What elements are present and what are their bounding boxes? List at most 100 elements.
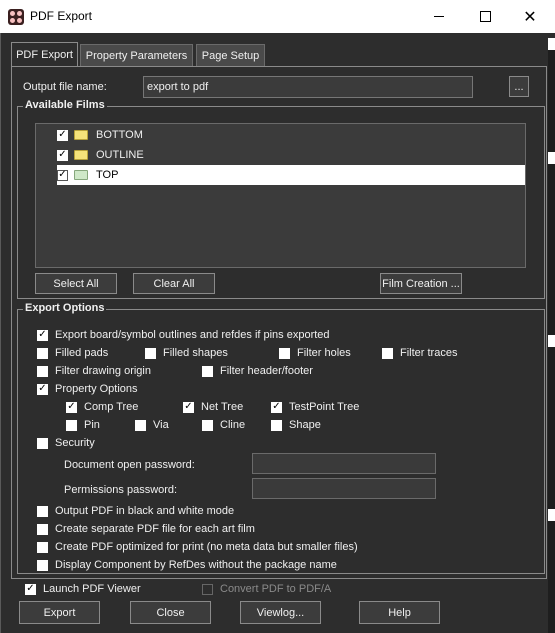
pin-checkbox[interactable] — [66, 419, 77, 431]
option-label: Filter traces — [400, 347, 458, 359]
option-label: Create PDF optimized for print (no meta … — [55, 541, 358, 553]
separate-pdf-option[interactable]: Create separate PDF file for each art fi… — [37, 523, 255, 535]
film-outline-checkbox[interactable]: ✓ — [57, 149, 68, 161]
help-label: Help — [388, 606, 411, 619]
filter-drawing-origin-option[interactable]: Filter drawing origin — [37, 365, 151, 377]
option-label: Launch PDF Viewer — [43, 583, 141, 595]
list-item[interactable]: ✓ BOTTOM — [57, 125, 525, 145]
testpoint-tree-checkbox[interactable]: ✓ — [271, 401, 282, 413]
tab-label: PDF Export — [16, 49, 73, 61]
filled-shapes-option[interactable]: Filled shapes — [145, 347, 228, 359]
option-label: Net Tree — [201, 401, 244, 413]
browse-label: ... — [514, 80, 524, 93]
via-option[interactable]: Via — [135, 419, 169, 431]
film-label: OUTLINE — [96, 149, 144, 161]
black-white-checkbox[interactable] — [37, 505, 48, 517]
option-label: Shape — [289, 419, 321, 431]
optimized-print-checkbox[interactable] — [37, 541, 48, 553]
browse-button[interactable]: ... — [509, 76, 529, 97]
shape-option[interactable]: Shape — [271, 419, 321, 431]
option-label: Convert PDF to PDF/A — [220, 583, 332, 595]
tab-pdf-export[interactable]: PDF Export — [11, 42, 78, 67]
tab-page-setup[interactable]: Page Setup — [196, 44, 265, 66]
net-tree-checkbox[interactable]: ✓ — [183, 401, 194, 413]
film-bottom-checkbox[interactable]: ✓ — [57, 129, 68, 141]
option-label: Display Component by RefDes without the … — [55, 559, 337, 571]
convert-pdfa-option: Convert PDF to PDF/A — [202, 583, 331, 595]
list-item[interactable]: ✓ TOP — [57, 165, 525, 185]
minimize-button[interactable] — [416, 0, 462, 33]
film-label: TOP — [96, 169, 119, 181]
title-bar: PDF Export ✕ — [0, 0, 555, 33]
viewlog-label: Viewlog... — [256, 606, 305, 619]
permissions-password-label: Permissions password: — [64, 484, 178, 496]
clear-all-button[interactable]: Clear All — [133, 273, 215, 294]
close-label: Close — [156, 606, 185, 619]
maximize-icon — [479, 11, 491, 22]
security-checkbox[interactable] — [37, 437, 48, 449]
comp-tree-option[interactable]: ✓ Comp Tree — [66, 401, 138, 413]
folder-icon — [74, 150, 88, 160]
export-outlines-option[interactable]: ✓ Export board/symbol outlines and refde… — [37, 329, 330, 341]
testpoint-tree-option[interactable]: ✓ TestPoint Tree — [271, 401, 359, 413]
option-label: Property Options — [55, 383, 138, 395]
viewlog-button[interactable]: Viewlog... — [240, 601, 321, 624]
close-window-button[interactable]: ✕ — [507, 0, 553, 33]
filter-holes-option[interactable]: Filter holes — [279, 347, 351, 359]
filled-pads-checkbox[interactable] — [37, 347, 48, 359]
list-item[interactable]: ✓ OUTLINE — [57, 145, 525, 165]
background-window-edge — [548, 38, 555, 633]
filled-shapes-checkbox[interactable] — [145, 347, 156, 359]
black-white-option[interactable]: Output PDF in black and white mode — [37, 505, 234, 517]
select-all-label: Select All — [53, 277, 99, 290]
filter-drawing-origin-checkbox[interactable] — [37, 365, 48, 377]
app-icon — [8, 9, 24, 25]
help-button[interactable]: Help — [359, 601, 440, 624]
tab-label: Page Setup — [201, 49, 260, 62]
films-list[interactable]: ✓ BOTTOM ✓ OUTLINE ✓ TOP — [35, 123, 526, 268]
property-options-checkbox[interactable]: ✓ — [37, 383, 48, 395]
film-top-checkbox[interactable]: ✓ — [57, 169, 68, 181]
cline-checkbox[interactable] — [202, 419, 213, 431]
launch-viewer-option[interactable]: ✓ Launch PDF Viewer — [25, 583, 141, 595]
launch-viewer-checkbox[interactable]: ✓ — [25, 583, 36, 595]
comp-tree-checkbox[interactable]: ✓ — [66, 401, 77, 413]
optimized-print-option[interactable]: Create PDF optimized for print (no meta … — [37, 541, 358, 553]
filled-pads-option[interactable]: Filled pads — [37, 347, 108, 359]
pin-option[interactable]: Pin — [66, 419, 100, 431]
filter-header-footer-option[interactable]: Filter header/footer — [202, 365, 313, 377]
export-outlines-checkbox[interactable]: ✓ — [37, 329, 48, 341]
net-tree-option[interactable]: ✓ Net Tree — [183, 401, 243, 413]
shape-checkbox[interactable] — [271, 419, 282, 431]
export-button[interactable]: Export — [19, 601, 100, 624]
folder-icon — [74, 170, 88, 180]
separate-pdf-checkbox[interactable] — [37, 523, 48, 535]
cline-option[interactable]: Cline — [202, 419, 245, 431]
option-label: Filled pads — [55, 347, 109, 359]
filter-traces-checkbox[interactable] — [382, 347, 393, 359]
doc-open-password-label: Document open password: — [64, 459, 195, 471]
window-border — [0, 33, 1, 633]
display-refdes-checkbox[interactable] — [37, 559, 48, 571]
option-label: Security — [55, 437, 95, 449]
filter-holes-checkbox[interactable] — [279, 347, 290, 359]
via-checkbox[interactable] — [135, 419, 146, 431]
maximize-button[interactable] — [462, 0, 508, 33]
filter-traces-option[interactable]: Filter traces — [382, 347, 457, 359]
doc-open-password-field[interactable] — [252, 453, 436, 474]
available-films-title: Available Films — [23, 99, 107, 111]
security-option[interactable]: Security — [37, 437, 95, 449]
display-refdes-option[interactable]: Display Component by RefDes without the … — [37, 559, 337, 571]
window-title: PDF Export — [30, 9, 93, 23]
select-all-button[interactable]: Select All — [35, 273, 117, 294]
filter-header-footer-checkbox[interactable] — [202, 365, 213, 377]
minimize-icon — [434, 16, 444, 17]
tab-property-parameters[interactable]: Property Parameters — [80, 44, 193, 66]
property-options-option[interactable]: ✓ Property Options — [37, 383, 138, 395]
output-file-input[interactable] — [143, 76, 473, 98]
permissions-password-field[interactable] — [252, 478, 436, 499]
film-creation-button[interactable]: Film Creation ... — [380, 273, 462, 294]
close-button[interactable]: Close — [130, 601, 211, 624]
convert-pdfa-checkbox — [202, 583, 213, 595]
option-label: Cline — [220, 419, 246, 431]
